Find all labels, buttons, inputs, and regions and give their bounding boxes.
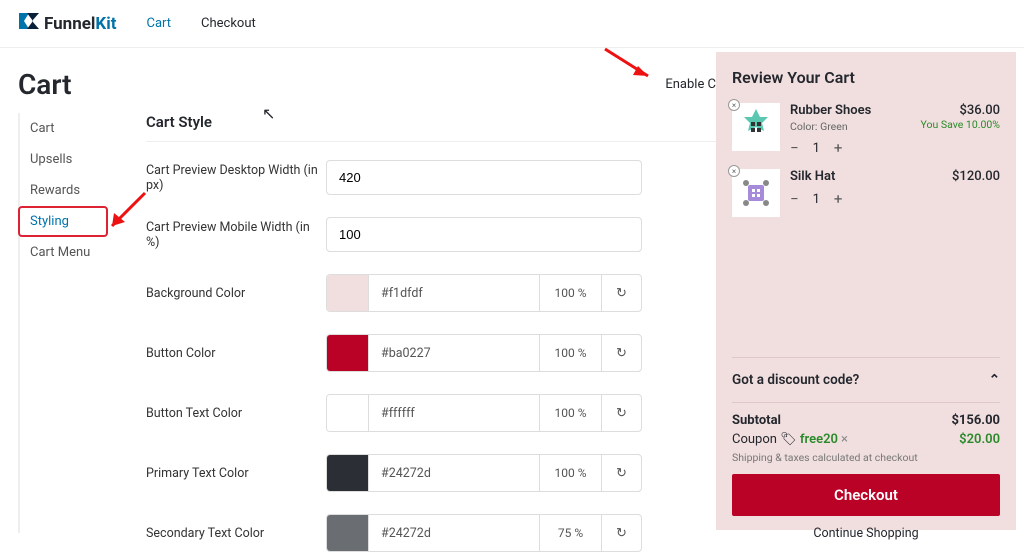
- label-secondary-text: Secondary Text Color: [146, 526, 326, 541]
- remove-item-icon[interactable]: ×: [728, 165, 740, 177]
- totals: Subtotal $156.00 Coupon 🏷 free20× $20.00…: [732, 402, 1000, 551]
- discount-label: Got a discount code?: [732, 372, 859, 388]
- input-desktop-width[interactable]: [326, 160, 642, 195]
- item-thumb: [732, 169, 780, 217]
- item-right: $120.00: [952, 169, 1000, 217]
- item-meta: Color: Green: [790, 120, 911, 133]
- label-primary-text: Primary Text Color: [146, 466, 326, 481]
- label-desktop-width: Cart Preview Desktop Width (in px): [146, 163, 326, 193]
- hex-bg[interactable]: #f1dfdf: [369, 286, 539, 301]
- qty-value: 1: [813, 192, 820, 207]
- pct-primary[interactable]: 100 %: [539, 455, 601, 491]
- item-price: $36.00: [921, 103, 1000, 118]
- checkout-button[interactable]: Checkout: [732, 474, 1000, 516]
- pct-bg[interactable]: 100 %: [539, 275, 601, 311]
- shipping-note: Shipping & taxes calculated at checkout: [732, 451, 1000, 464]
- remove-coupon[interactable]: ×: [841, 432, 848, 447]
- preview-title: Review Your Cart: [732, 68, 1000, 87]
- qty-wrap: − 1 +: [790, 139, 911, 157]
- label-btn-text-color: Button Text Color: [146, 406, 326, 421]
- sidebar-item-upsells[interactable]: Upsells: [30, 144, 128, 175]
- logo-text-2: Kit: [95, 14, 116, 34]
- tag-icon: 🏷: [780, 432, 797, 447]
- continue-shopping[interactable]: Continue Shopping: [732, 516, 1000, 551]
- page-title: Cart: [18, 68, 72, 101]
- item-thumb: [732, 103, 780, 151]
- hex-primary[interactable]: #24272d: [369, 466, 539, 481]
- sidebar-item-rewards[interactable]: Rewards: [30, 175, 128, 206]
- swatch-btn-text[interactable]: [327, 395, 369, 431]
- color-row-primary: #24272d 100 % ↻: [326, 454, 642, 492]
- swatch-secondary[interactable]: [327, 515, 369, 551]
- item-name: Rubber Shoes: [790, 103, 911, 118]
- item-name: Silk Hat: [790, 169, 942, 184]
- logo: FunnelKit: [18, 12, 116, 35]
- coupon-row: Coupon 🏷 free20× $20.00: [732, 432, 1000, 447]
- hex-btn-text[interactable]: #ffffff: [369, 406, 539, 421]
- swatch-bg[interactable]: [327, 275, 369, 311]
- topnav-cart[interactable]: Cart: [146, 16, 171, 31]
- coupon-code: free20: [800, 432, 838, 447]
- cart-preview: Review Your Cart × Rubber Shoes Color: G…: [716, 52, 1016, 530]
- logo-icon: [18, 12, 40, 35]
- subtotal-value: $156.00: [951, 413, 1000, 428]
- item-save: You Save 10.00%: [921, 118, 1000, 131]
- sidebar: Cart Upsells Rewards Styling Cart Menu: [18, 113, 128, 533]
- color-row-secondary: #24272d 75 % ↻: [326, 514, 642, 552]
- item-price: $120.00: [952, 169, 1000, 184]
- reset-primary[interactable]: ↻: [601, 455, 641, 491]
- qty-minus[interactable]: −: [790, 190, 799, 208]
- input-mobile-width[interactable]: [326, 217, 642, 252]
- label-bg-color: Background Color: [146, 286, 326, 301]
- topbar: FunnelKit Cart Checkout: [0, 0, 1024, 48]
- color-row-btn-text: #ffffff 100 % ↻: [326, 394, 642, 432]
- qty-wrap: − 1 +: [790, 190, 942, 208]
- pct-btn[interactable]: 100 %: [539, 335, 601, 371]
- hex-secondary[interactable]: #24272d: [369, 526, 539, 541]
- sidebar-item-cart-menu[interactable]: Cart Menu: [30, 237, 128, 268]
- cart-item: × Rubber Shoes Color: Green − 1 + $36.00…: [732, 103, 1000, 157]
- coupon-value: $20.00: [959, 432, 1000, 447]
- swatch-primary[interactable]: [327, 455, 369, 491]
- reset-bg[interactable]: ↻: [601, 275, 641, 311]
- chevron-up-icon: ⌃: [989, 372, 1000, 388]
- item-right: $36.00 You Save 10.00%: [921, 103, 1000, 157]
- remove-item-icon[interactable]: ×: [728, 99, 740, 111]
- swatch-btn[interactable]: [327, 335, 369, 371]
- sidebar-item-styling[interactable]: Styling: [18, 206, 108, 237]
- label-btn-color: Button Color: [146, 346, 326, 361]
- discount-toggle[interactable]: Got a discount code? ⌃: [732, 357, 1000, 402]
- reset-secondary[interactable]: ↻: [601, 515, 641, 551]
- reset-btn-text[interactable]: ↻: [601, 395, 641, 431]
- coupon-left: Coupon 🏷 free20×: [732, 432, 848, 447]
- sidebar-item-cart[interactable]: Cart: [30, 113, 128, 144]
- topnav-checkout[interactable]: Checkout: [201, 16, 256, 31]
- label-mobile-width: Cart Preview Mobile Width (in %): [146, 220, 326, 250]
- logo-text-1: Funnel: [44, 14, 95, 34]
- subtotal-row: Subtotal $156.00: [732, 413, 1000, 428]
- qty-plus[interactable]: +: [834, 190, 843, 208]
- subtotal-label: Subtotal: [732, 413, 781, 428]
- item-info: Silk Hat − 1 +: [790, 169, 942, 217]
- pct-secondary[interactable]: 75 %: [539, 515, 601, 551]
- cart-item: × Silk Hat − 1 + $120.00: [732, 169, 1000, 217]
- item-info: Rubber Shoes Color: Green − 1 +: [790, 103, 911, 157]
- qty-value: 1: [813, 141, 820, 156]
- color-row-bg: #f1dfdf 100 % ↻: [326, 274, 642, 312]
- qty-plus[interactable]: +: [834, 139, 843, 157]
- hex-btn[interactable]: #ba0227: [369, 346, 539, 361]
- qty-minus[interactable]: −: [790, 139, 799, 157]
- color-row-btn: #ba0227 100 % ↻: [326, 334, 642, 372]
- reset-btn[interactable]: ↻: [601, 335, 641, 371]
- pct-btn-text[interactable]: 100 %: [539, 395, 601, 431]
